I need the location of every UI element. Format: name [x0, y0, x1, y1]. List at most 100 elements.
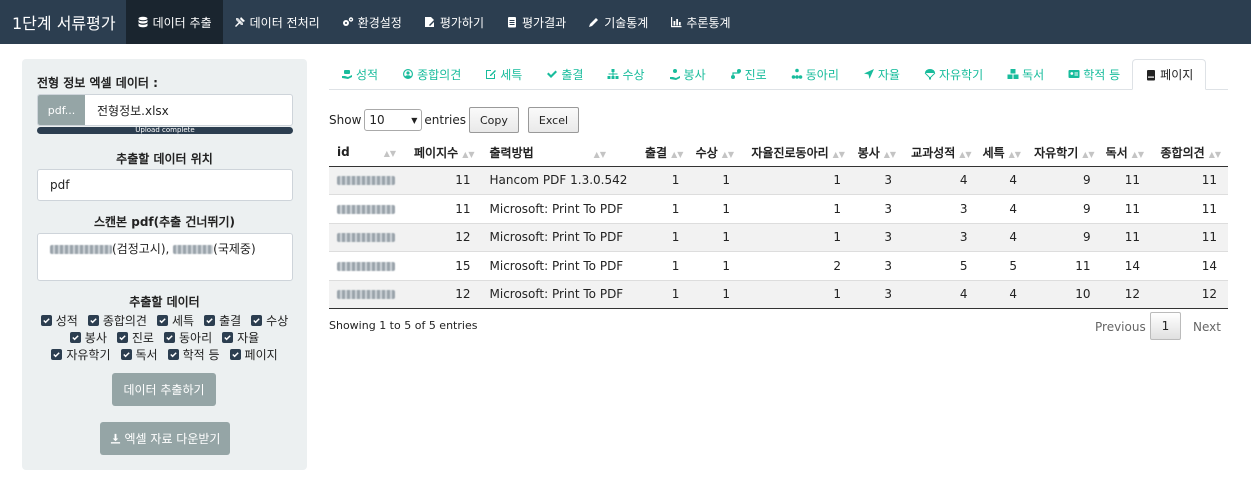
nav-results[interactable]: 평가결과: [495, 0, 577, 44]
column-header-grades[interactable]: 교과성적 ▲▼: [903, 139, 979, 167]
entries-select[interactable]: 10 ▼: [364, 109, 423, 131]
column-header-id[interactable]: id ▲▼: [329, 139, 406, 167]
cell: 1: [638, 222, 691, 252]
column-header-awards[interactable]: 수상 ▲▼: [690, 139, 742, 167]
cell: Hancom PDF 1.3.0.542: [481, 165, 639, 195]
tab-pages[interactable]: 페이지: [1132, 59, 1207, 90]
cell: 4: [978, 279, 1028, 309]
checkbox-career[interactable]: 진로: [116, 329, 154, 346]
excel-button[interactable]: Excel: [527, 107, 580, 133]
table-row[interactable]: 11 Hancom PDF 1.3.0.542 1 1 1 3 4 4 9 11…: [329, 165, 1228, 195]
tab-awards[interactable]: 수상: [595, 59, 656, 89]
column-header-opinion[interactable]: 종합의견 ▲▼: [1150, 139, 1228, 167]
checkbox-label: 동아리: [178, 331, 213, 345]
checkbox-opinion[interactable]: 종합의견: [87, 312, 147, 329]
nav-label: 평가결과: [522, 15, 567, 30]
tools-icon: [234, 16, 246, 28]
checkbox-attendance[interactable]: 출결: [204, 312, 241, 329]
checked-icon: [87, 315, 99, 326]
checked-icon: [251, 315, 263, 326]
checkbox-volunteer[interactable]: 봉사: [69, 329, 107, 346]
column-header-reading[interactable]: 독서 ▲▼: [1101, 139, 1151, 167]
scan-textarea[interactable]: (검정고시), (국제중): [37, 233, 293, 281]
table-row[interactable]: 12 Microsoft: Print To PDF 1 1 1 3 3 4 9…: [329, 222, 1228, 252]
file-input[interactable]: pdf... 전형정보.xlsx: [37, 94, 293, 126]
cell: Microsoft: Print To PDF: [481, 194, 639, 223]
cell: 4: [903, 279, 979, 309]
redacted-id: [337, 233, 395, 243]
column-header-output-method[interactable]: 출력방법 ▲▼: [481, 139, 639, 167]
checkbox-free-semester[interactable]: 자유학기: [51, 346, 111, 363]
column-header-free-semester[interactable]: 자유학기 ▲▼: [1027, 139, 1102, 167]
pagination-next[interactable]: Next: [1193, 320, 1221, 334]
tab-records[interactable]: 학적 등: [1056, 59, 1132, 89]
nav-evaluate[interactable]: 평가하기: [413, 0, 495, 44]
checkbox-pages[interactable]: 페이지: [229, 346, 278, 363]
redacted-id: [337, 204, 395, 214]
cell: 3: [851, 222, 904, 252]
user-hands-icon: [669, 68, 681, 80]
tab-reading[interactable]: 독서: [995, 59, 1056, 89]
checkbox-reading[interactable]: 독서: [120, 346, 158, 363]
tab-setuk[interactable]: 세특: [473, 59, 534, 89]
checkbox-label: 진로: [131, 331, 154, 345]
column-header-volunteer[interactable]: 봉사 ▲▼: [851, 139, 904, 167]
column-header-page-count[interactable]: 페이지수 ▲▼: [406, 139, 482, 167]
pagination-previous[interactable]: Previous: [1095, 320, 1146, 334]
cell: 3: [851, 194, 904, 223]
tab-grades[interactable]: 성적: [329, 59, 390, 89]
download-excel-button[interactable]: 엑셀 자료 다운받기: [100, 422, 230, 455]
file-browse-button[interactable]: pdf...: [38, 95, 85, 125]
tab-career[interactable]: 진로: [718, 59, 779, 89]
cell: 1: [741, 194, 852, 223]
table-row[interactable]: 11 Microsoft: Print To PDF 1 1 1 3 3 4 9…: [329, 194, 1228, 223]
sort-icon: ▲▼: [832, 149, 845, 159]
checkbox-club[interactable]: 동아리: [163, 329, 213, 346]
nav-data-extract[interactable]: 데이터 추출: [125, 0, 223, 44]
tab-label: 독서: [1022, 67, 1045, 82]
nav-descriptive-stats[interactable]: 기술통계: [577, 0, 659, 44]
checked-icon: [167, 349, 179, 360]
sort-icon: ▲▼: [1208, 149, 1221, 159]
tab-attendance[interactable]: 출결: [534, 59, 595, 89]
checkbox-label: 독서: [135, 348, 158, 362]
checkbox-autonomy[interactable]: 자율: [222, 329, 259, 346]
tab-volunteer[interactable]: 봉사: [657, 59, 718, 89]
cell: 12: [1150, 279, 1228, 309]
checked-icon: [120, 349, 132, 360]
nav-preprocess[interactable]: 데이터 전처리: [223, 0, 331, 44]
extract-data-button[interactable]: 데이터 추출하기: [112, 373, 216, 406]
location-input[interactable]: pdf: [37, 169, 293, 201]
tab-opinion[interactable]: 종합의견: [390, 59, 473, 89]
pagination-page-1[interactable]: 1: [1150, 312, 1181, 340]
tab-free-semester[interactable]: 자유학기: [912, 59, 995, 89]
cell: 3: [903, 222, 979, 252]
checkbox-grades[interactable]: 성적: [40, 312, 78, 329]
tab-autonomy[interactable]: 자율: [851, 59, 912, 89]
table-row[interactable]: 15 Microsoft: Print To PDF 1 1 2 3 5 5 1…: [329, 251, 1228, 280]
cell: 3: [903, 194, 979, 223]
parachute-icon: [924, 68, 936, 80]
table-row[interactable]: 12 Microsoft: Print To PDF 1 1 1 3 4 4 1…: [329, 279, 1228, 309]
checkbox-records[interactable]: 학적 등: [167, 346, 220, 363]
app-brand[interactable]: 1단계 서류평가: [0, 0, 126, 44]
user-circle-icon: [402, 68, 414, 80]
cell: 4: [978, 165, 1028, 195]
cogs-icon: [342, 16, 354, 28]
column-header-activities[interactable]: 자율진로동아리 ▲▼: [741, 139, 852, 167]
checkbox-setuk[interactable]: 세특: [156, 312, 194, 329]
checked-icon: [69, 332, 81, 343]
sort-icon: ▲▼: [383, 149, 397, 159]
tab-label: 페이지: [1160, 68, 1194, 82]
tab-club[interactable]: 동아리: [779, 59, 851, 89]
column-header-setuk[interactable]: 세특 ▲▼: [978, 139, 1028, 167]
sort-icon: ▲▼: [1082, 149, 1095, 159]
copy-button[interactable]: Copy: [469, 107, 519, 133]
sort-icon: ▲▼: [671, 149, 684, 159]
nav-inferential-stats[interactable]: 추론통계: [659, 0, 741, 44]
sort-icon: ▲▼: [883, 149, 897, 159]
column-header-attendance[interactable]: 출결 ▲▼: [638, 139, 691, 167]
checked-icon: [40, 315, 52, 326]
checkbox-awards[interactable]: 수상: [251, 312, 288, 329]
nav-settings[interactable]: 환경설정: [331, 0, 413, 44]
